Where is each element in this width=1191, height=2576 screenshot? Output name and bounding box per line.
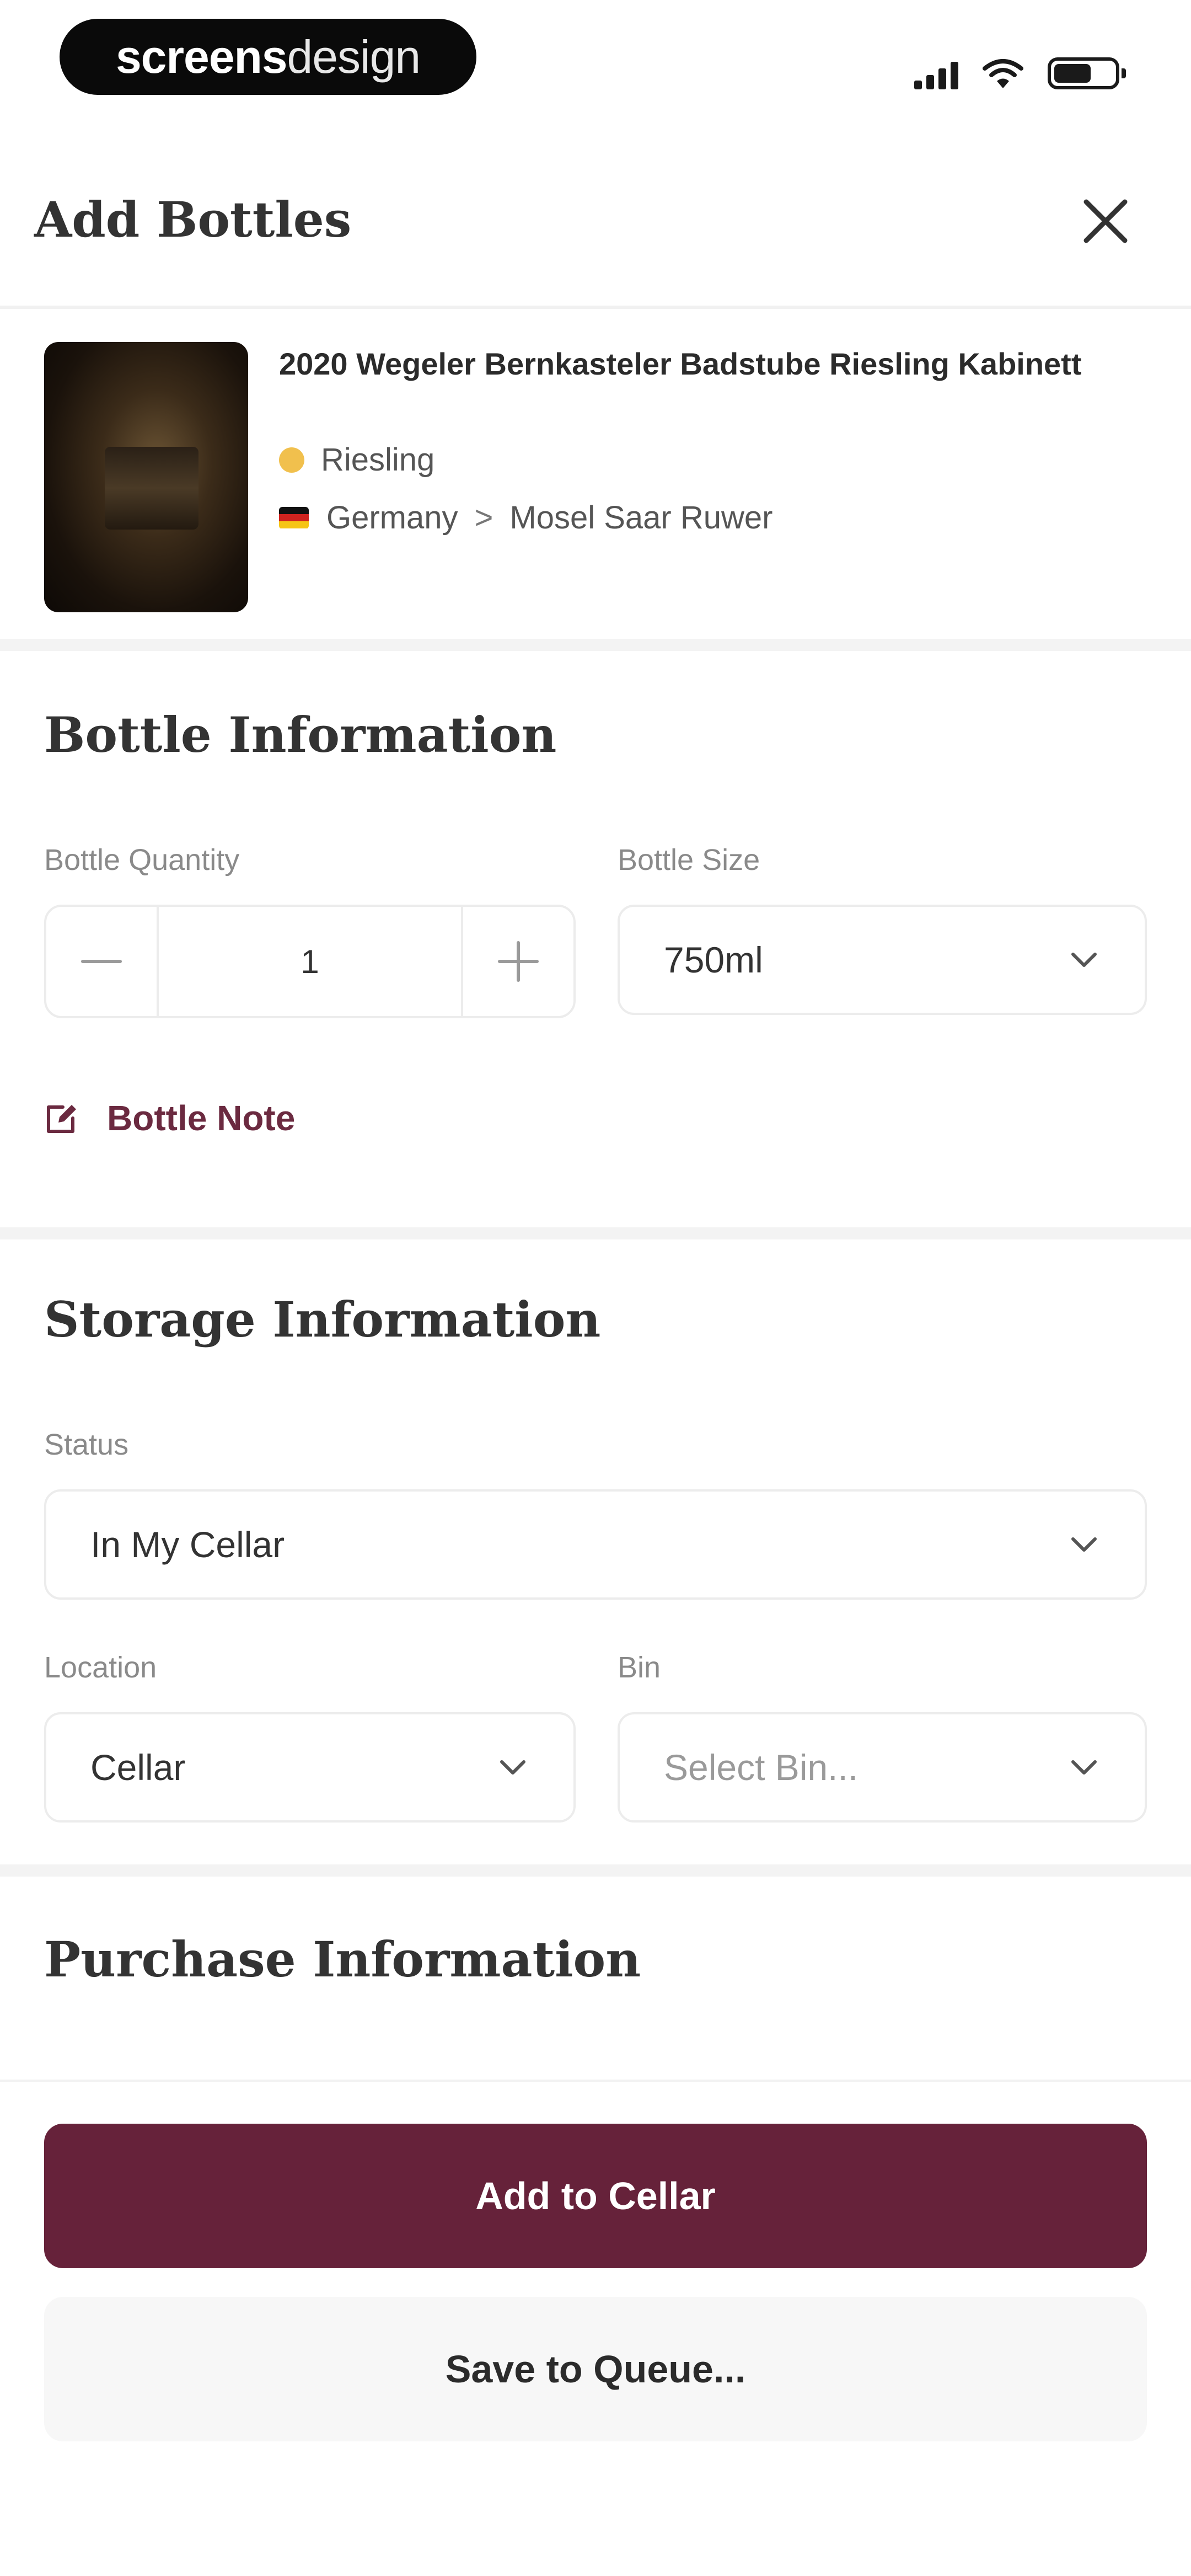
bin-select[interactable]: Select Bin...	[618, 1712, 1147, 1823]
brand-logo-part1: screens	[115, 30, 288, 83]
bottom-action-bar: Add to Cellar Save to Queue...	[0, 2080, 1191, 2576]
brand-logo: screens design	[60, 19, 476, 95]
chevron-down-icon	[1071, 1760, 1097, 1775]
wine-origin: Germany > Mosel Saar Ruwer	[279, 499, 772, 536]
home-indicator	[0, 2510, 1191, 2576]
chevron-down-icon	[500, 1760, 525, 1775]
decrement-button[interactable]	[46, 907, 157, 1016]
status-bar: screens design	[0, 0, 1191, 127]
wine-name: 2020 Wegeler Bernkasteler Badstube Riesl…	[279, 346, 1082, 381]
chevron-down-icon	[1071, 953, 1097, 967]
battery-icon	[1048, 57, 1126, 89]
plus-icon	[498, 941, 539, 982]
chevron-down-icon	[1071, 1537, 1097, 1552]
minus-icon	[81, 960, 122, 963]
wine-varietal-text: Riesling	[321, 442, 435, 478]
close-button[interactable]	[1075, 191, 1136, 252]
wifi-icon	[983, 59, 1023, 88]
location-select[interactable]: Cellar	[44, 1712, 576, 1823]
close-icon	[1083, 199, 1128, 243]
varietal-color-dot-icon	[279, 447, 304, 473]
bottle-size-select[interactable]: 750ml	[618, 905, 1147, 1015]
bin-label: Bin	[618, 1651, 661, 1684]
section-divider	[0, 1227, 1191, 1239]
bottle-quantity-label: Bottle Quantity	[44, 843, 240, 877]
bottle-quantity-input[interactable]: 1	[157, 907, 463, 1016]
status-value: In My Cellar	[90, 1524, 285, 1565]
wine-country: Germany	[326, 500, 458, 536]
bottle-information-title: Bottle Information	[44, 706, 557, 763]
modal-header: Add Bottles	[0, 165, 1191, 309]
battery-level-fill	[1054, 64, 1091, 83]
increment-button[interactable]	[463, 907, 573, 1016]
wine-bottle-label-graphic	[105, 447, 198, 530]
page-title: Add Bottles	[34, 191, 352, 248]
brand-logo-part2: design	[287, 30, 421, 83]
save-to-queue-button[interactable]: Save to Queue...	[44, 2297, 1147, 2441]
germany-flag-icon	[279, 506, 309, 529]
bottle-quantity-stepper: 1	[44, 905, 576, 1018]
bottle-size-value: 750ml	[664, 939, 763, 980]
location-label: Location	[44, 1651, 157, 1684]
status-icons	[914, 51, 1126, 89]
wine-varietal: Riesling	[279, 441, 434, 478]
add-to-cellar-button[interactable]: Add to Cellar	[44, 2124, 1147, 2268]
cellular-signal-icon	[914, 61, 958, 89]
wine-bottle-image	[44, 342, 248, 612]
section-divider	[0, 1864, 1191, 1877]
bottle-note-label: Bottle Note	[107, 1098, 296, 1138]
wine-summary-card: 2020 Wegeler Bernkasteler Badstube Riesl…	[0, 309, 1191, 651]
location-value: Cellar	[90, 1747, 186, 1788]
edit-note-icon	[47, 1105, 76, 1133]
purchase-information-title: Purchase Information	[44, 1931, 641, 1988]
bottle-note-button[interactable]: Bottle Note	[44, 1098, 295, 1139]
wine-region: Mosel Saar Ruwer	[509, 500, 773, 536]
bottle-size-label: Bottle Size	[618, 843, 760, 877]
status-label: Status	[44, 1428, 129, 1461]
status-select[interactable]: In My Cellar	[44, 1489, 1147, 1600]
region-separator: >	[474, 500, 493, 536]
bin-placeholder: Select Bin...	[664, 1747, 859, 1788]
storage-information-title: Storage Information	[44, 1291, 601, 1348]
